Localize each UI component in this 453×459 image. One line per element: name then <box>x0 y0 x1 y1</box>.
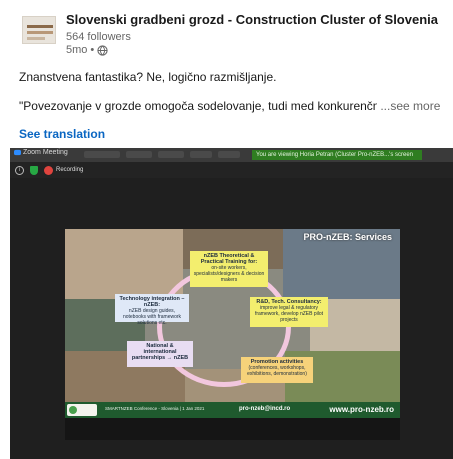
see-more-link[interactable]: ...see more <box>380 99 440 113</box>
rd-box: R&D, Tech. Consultancy: improve legal & … <box>250 297 328 327</box>
meta-separator: • <box>90 44 95 56</box>
slide-footer-email: pro-nzeb@incd.ro <box>239 406 291 412</box>
promotion-box: Promotion activities (conferences, works… <box>241 357 313 383</box>
globe-icon <box>97 44 108 56</box>
rd-body: improve legal & regulatory framework, de… <box>254 305 324 323</box>
technology-box: Technology integration – nZEB: nZEB desi… <box>115 294 189 326</box>
zoom-window-title: Zoom Meeting <box>14 149 68 156</box>
partnership-title: National & international partnerships → … <box>131 343 189 361</box>
zoom-screenshot-image[interactable]: Zoom Meeting You are viewing Horia Petra… <box>10 148 453 459</box>
slide-footer-url: www.pro-nzeb.ro <box>329 405 394 414</box>
record-icon <box>44 166 53 175</box>
info-icon[interactable]: i <box>15 166 24 175</box>
zoom-tab <box>190 151 212 158</box>
zoom-titlebar: Zoom Meeting You are viewing Horia Petra… <box>10 148 453 162</box>
post-text-line-2: "Povezovanje v grozde omogoča sodelovanj… <box>19 99 444 113</box>
partnership-box: National & international partnerships → … <box>127 341 193 367</box>
zoom-tab <box>84 151 120 158</box>
company-name-link[interactable]: Slovenski gradbeni grozd - Construction … <box>66 12 438 27</box>
post-meta: 5mo • <box>66 44 108 56</box>
company-logo[interactable] <box>22 16 56 44</box>
slide-footer: SMARTNZEB Conference - Slovenia | 1 Jan … <box>65 402 400 418</box>
post-text-line-1: Znanstvena fantastika? Ne, logično razmi… <box>19 70 277 84</box>
shared-slide: PRO-nZEB: Services nZEB Theoretical & Pr… <box>65 229 400 418</box>
follower-count: 564 followers <box>66 31 131 43</box>
shield-icon[interactable] <box>30 166 38 175</box>
training-box: nZEB Theoretical & Practical Training fo… <box>190 251 268 287</box>
slide-footer-conference: SMARTNZEB Conference - Slovenia | 1 Jan … <box>105 406 205 411</box>
slide-title: PRO-nZEB: Services <box>303 232 392 242</box>
slide-bottom-area <box>65 418 400 440</box>
training-body: on-site workers, specialists/designers &… <box>193 265 265 283</box>
post-age: 5mo <box>66 44 88 56</box>
cluster-logo <box>67 404 97 416</box>
viewing-screen-banner[interactable]: You are viewing Horia Petran (Cluster Pr… <box>252 150 422 160</box>
technology-body: nZEB design guides, notebooks with frame… <box>122 308 182 326</box>
zoom-tab <box>158 151 184 158</box>
see-translation-link[interactable]: See translation <box>19 127 105 141</box>
promotion-body: (conferences, workshops, exhibitions, de… <box>247 365 307 377</box>
post-header: Slovenski gradbeni grozd - Construction … <box>22 10 442 60</box>
training-title: nZEB Theoretical & Practical Training fo… <box>200 253 258 265</box>
recording-label: Recording <box>56 167 84 173</box>
zoom-tab <box>218 151 240 158</box>
technology-title: Technology integration – nZEB: <box>119 296 185 308</box>
zoom-window-title-text: Zoom Meeting <box>23 149 68 156</box>
photo-tile <box>65 229 183 299</box>
zoom-tab <box>126 151 152 158</box>
post-quote-text: "Povezovanje v grozde omogoča sodelovanj… <box>19 99 377 113</box>
zoom-app-icon <box>14 149 21 156</box>
